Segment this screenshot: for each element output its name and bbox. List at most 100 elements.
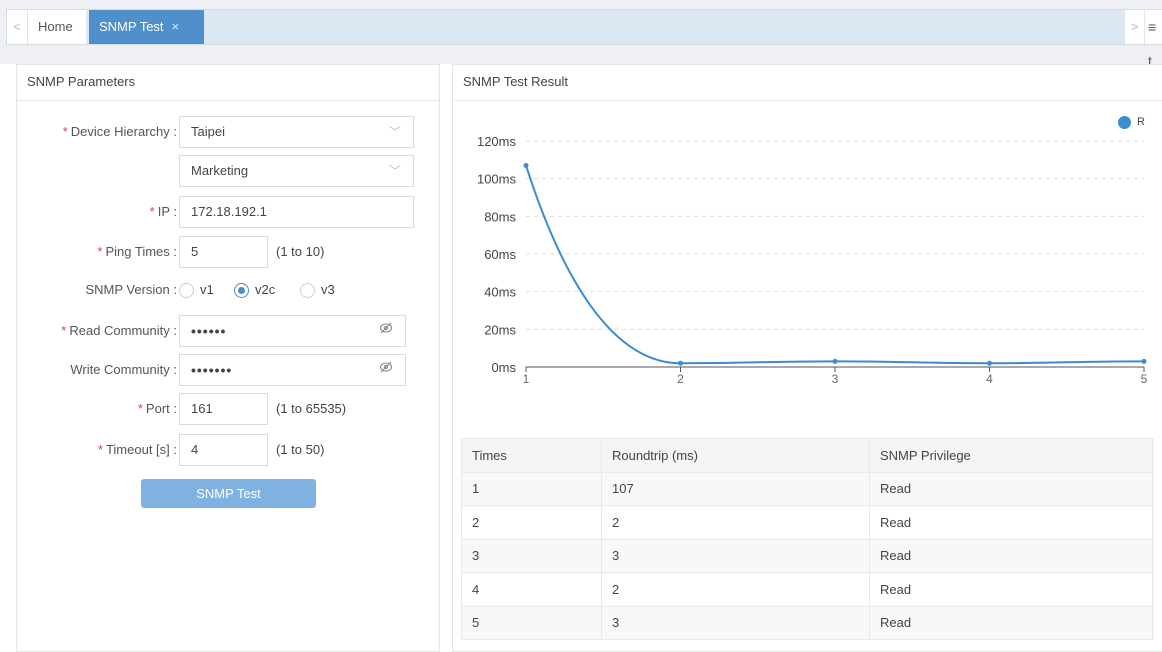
tab-strip: < Home SNMP Test × > ≡ t [0,0,1162,69]
roundtrip-chart: 0ms 20ms 40ms 60ms 80ms 100ms 120ms 1 2 3 4 5 R [453,101,1162,401]
table-cell: Read [869,538,1153,573]
device-hierarchy-row: * Device Hierarchy : [17,116,177,148]
table-cell: 2 [601,505,870,540]
write-community-input[interactable]: ••••••• [179,354,406,386]
port-label-text: Port : [145,401,177,416]
read-community-row: * Read Community : [17,315,177,347]
required-mark: * [97,244,103,259]
tab-home[interactable]: Home [28,10,87,44]
table-cell: Read [869,505,1153,540]
snmp-test-button[interactable]: SNMP Test [141,479,316,508]
snmp-parameters-panel: SNMP Parameters * Device Hierarchy : Taip… [16,64,440,652]
column-header: SNMP Privilege [869,438,1153,473]
chevron-down-icon: ﹀ [388,125,401,139]
required-mark: * [137,401,143,416]
table-cell: Read [869,572,1153,607]
panel-title: SNMP Parameters [17,65,439,101]
table-cell: Read [869,605,1153,640]
table-row: 2 2 Read [461,505,1153,540]
table-row: 5 3 Read [461,605,1153,640]
snmp-version-v2c-label: v2c [255,282,276,297]
x-tick-label: 3 [832,372,839,386]
ip-label-text: IP : [157,204,177,219]
device-hierarchy-label: * Device Hierarchy : [63,116,177,148]
y-tick-label: 100ms [477,172,517,187]
tab-snmp-test[interactable]: SNMP Test × [89,10,204,44]
ip-label: * IP : [150,196,177,228]
scroll-left-icon[interactable]: < [7,10,28,44]
required-mark: * [97,442,103,457]
port-input[interactable]: 161 [179,393,268,425]
y-tick-label: 60ms [484,247,516,262]
snmp-version-v1[interactable]: v1 [179,274,214,306]
read-community-input[interactable]: •••••• [179,315,406,347]
port-label: * Port : [138,393,177,425]
table-cell: 2 [461,505,602,540]
timeout-hint: (1 to 50) [276,442,325,457]
eye-off-icon[interactable] [379,355,393,385]
ip-input[interactable]: 172.18.192.1 [179,196,414,228]
table-cell: 4 [461,572,602,607]
ping-times-label: * Ping Times : [97,236,177,268]
data-point [987,360,992,366]
x-tick-label: 2 [677,372,684,386]
table-row: 4 2 Read [461,572,1153,607]
result-table: Times Roundtrip (ms) SNMP Privilege 1 107… [461,438,1153,640]
required-mark: * [61,323,67,338]
snmp-version-v3[interactable]: v3 [300,274,335,306]
chart-legend[interactable]: R [1118,115,1145,129]
read-community-label-text: Read Community : [69,323,177,338]
radio-icon [179,283,194,299]
data-point [832,358,838,364]
y-tick-label: 0ms [491,360,516,375]
device-hierarchy-value-1: Taipei [191,124,225,139]
snmp-test-result-panel: SNMP Test Result 0ms 20ms 40ms 60ms 80ms 100m… [452,64,1162,652]
device-hierarchy-select-2[interactable]: Marketing ﹀ [179,155,414,187]
device-hierarchy-value-2: Marketing [191,163,249,178]
radio-checked-icon [234,283,249,299]
ping-times-input[interactable]: 5 [179,236,268,268]
legend-label: R [1137,116,1145,128]
snmp-version-v2c[interactable]: v2c [234,274,275,306]
scroll-right-icon[interactable]: > [1124,10,1145,44]
read-community-value: •••••• [191,323,227,339]
ip-row: * IP : [17,196,177,228]
eye-off-icon[interactable] [379,316,393,346]
ping-times-hint: (1 to 10) [276,244,325,259]
snmp-version-label: SNMP Version : [85,282,177,297]
chevron-down-icon: ﹀ [388,164,401,178]
timeout-input[interactable]: 4 [179,434,268,466]
radio-icon [300,283,315,299]
ping-times-label-text: Ping Times : [105,244,177,259]
data-point [1141,358,1147,364]
snmp-version-row: SNMP Version : [17,274,177,306]
tab-menu-icon[interactable]: ≡ t [1145,10,1162,69]
table-row: 1 107 Read [461,471,1153,506]
roundtrip-chart-svg: 0ms 20ms 40ms 60ms 80ms 100ms 120ms 1 2 3 4 5 [477,134,1148,386]
port-row: * Port : [17,393,177,425]
x-tick-label: 4 [986,372,993,386]
snmp-version-v1-label: v1 [200,282,214,297]
ping-times-row: * Ping Times : [17,236,177,268]
close-icon[interactable]: × [172,19,180,34]
x-tick-label: 5 [1141,372,1148,386]
series-line [525,165,1145,365]
panel-title: SNMP Test Result [453,65,1162,101]
device-hierarchy-select-1[interactable]: Taipei ﹀ [179,116,414,148]
read-community-label: * Read Community : [61,315,177,347]
y-tick-label: 120ms [477,134,517,149]
required-mark: * [149,204,155,219]
port-hint: (1 to 65535) [276,401,347,416]
timeout-label: * Timeout [s] : [98,434,177,466]
data-point [523,162,529,168]
tab-bar: < Home SNMP Test × > ≡ t [6,9,1162,69]
tab-home-label: Home [38,19,73,34]
table-cell: 2 [601,572,870,607]
write-community-label: Write Community : [70,362,177,377]
y-tick-label: 40ms [484,285,516,300]
write-community-value: ••••••• [191,362,233,378]
table-row: 3 3 Read [461,538,1153,573]
device-hierarchy-label-text: Device Hierarchy : [70,124,177,139]
required-mark: * [62,124,68,139]
tab-snmp-test-label: SNMP Test [99,19,164,34]
